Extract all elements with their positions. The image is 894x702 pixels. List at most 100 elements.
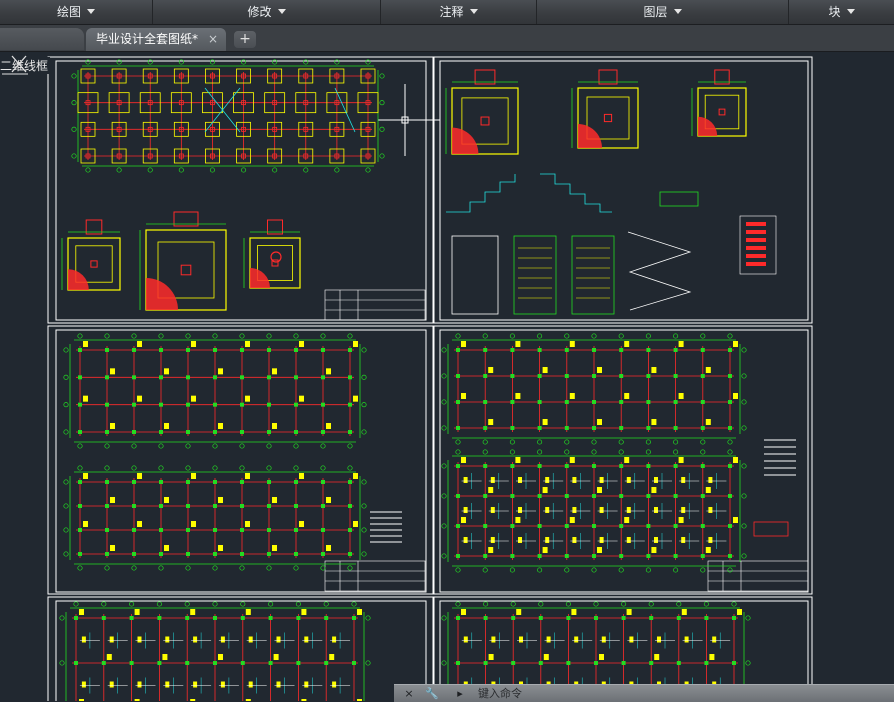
column — [649, 616, 654, 620]
column — [267, 348, 271, 352]
command-input[interactable]: 键入命令 — [478, 685, 522, 702]
column — [673, 554, 678, 558]
slab-tag — [574, 636, 579, 643]
column — [132, 430, 136, 434]
axis-bubble — [745, 660, 751, 666]
reinforcement-tag — [488, 654, 494, 660]
slab-tag — [546, 636, 551, 643]
column — [240, 348, 244, 352]
column — [456, 374, 460, 378]
column — [700, 426, 705, 430]
reinforcement-tag — [353, 395, 358, 402]
axis-bubble — [104, 443, 110, 449]
reinforcement-tag — [83, 473, 88, 479]
axis-bubble — [116, 167, 122, 173]
menu-modify[interactable]: 修改 — [153, 0, 381, 24]
axis-bubble — [676, 601, 682, 607]
column — [619, 464, 624, 468]
column — [213, 430, 217, 434]
column — [564, 524, 569, 528]
axis-bubble — [63, 527, 69, 533]
schedule-entry — [746, 246, 766, 250]
column — [185, 661, 190, 665]
column — [564, 494, 569, 498]
column — [673, 464, 678, 468]
close-icon[interactable]: × — [402, 686, 416, 701]
axis-bubble — [700, 333, 706, 339]
column — [267, 528, 271, 532]
slab-tag — [572, 477, 577, 483]
column — [213, 552, 217, 556]
reinforcement-tag — [461, 457, 466, 463]
slab-tag — [708, 507, 713, 513]
reinforcement-tag — [733, 457, 738, 463]
column — [483, 494, 488, 498]
close-icon[interactable]: × — [208, 28, 218, 51]
reinforcement-tag — [597, 547, 602, 553]
menu-block[interactable]: 块 — [789, 0, 894, 24]
column — [537, 464, 542, 468]
reinforcement-tag — [191, 521, 196, 527]
column — [240, 616, 245, 620]
column — [348, 504, 352, 508]
stair-plan — [451, 235, 499, 315]
axis-bubble — [156, 601, 162, 607]
new-tab-button[interactable]: + — [234, 31, 256, 48]
column — [700, 348, 705, 352]
chevron-down-icon — [87, 9, 95, 14]
reinforcement-tag — [705, 419, 711, 425]
axis-bubble — [727, 567, 733, 573]
axis-bubble — [104, 333, 110, 339]
column — [564, 464, 569, 468]
column — [646, 374, 651, 378]
column — [159, 552, 163, 556]
reinforcement-tag — [624, 517, 630, 523]
reinforcement-tag — [733, 341, 738, 347]
column — [564, 348, 569, 352]
column — [566, 616, 571, 620]
slab-tag — [518, 507, 522, 513]
column — [129, 661, 134, 665]
menu-annotate[interactable]: 注释 — [381, 0, 537, 24]
wrench-icon[interactable]: 🔧 — [424, 686, 440, 701]
axis-bubble — [618, 333, 624, 339]
axis-bubble — [365, 167, 371, 173]
recent-commands-icon[interactable]: ▸ — [450, 686, 470, 701]
column — [186, 504, 190, 508]
column — [186, 528, 190, 532]
menu-draw[interactable]: 绘图 — [0, 0, 153, 24]
reinforcement-tag — [137, 521, 142, 527]
column — [101, 661, 106, 665]
axis-bubble — [509, 333, 515, 339]
slab-tag — [304, 681, 309, 688]
tab-start[interactable] — [0, 28, 84, 50]
drawing-viewport[interactable]: 二维线框 — [0, 52, 894, 701]
column — [700, 464, 705, 468]
column — [213, 661, 217, 665]
menu-layers[interactable]: 图层 — [537, 0, 789, 24]
slab-tag — [165, 636, 170, 643]
column — [78, 348, 82, 352]
column — [159, 528, 163, 532]
axis-bubble — [303, 59, 309, 65]
reinforcement-tag — [651, 547, 657, 553]
tab-drawing[interactable]: 毕业设计全套图纸* × — [86, 28, 226, 51]
beam-detail — [753, 521, 789, 537]
column — [732, 661, 736, 665]
axis-bubble — [212, 565, 218, 571]
axis-bubble — [483, 601, 489, 607]
reinforcement-tag — [542, 419, 548, 425]
axis-bubble — [482, 567, 488, 573]
axis-bubble — [455, 333, 461, 339]
column — [592, 426, 596, 430]
reinforcement-tag — [110, 423, 115, 429]
slab-tag — [684, 636, 689, 643]
reinforcement-tag — [678, 457, 684, 463]
axis-bubble — [212, 333, 218, 339]
slab-tag — [332, 636, 337, 643]
reinforcement-tag — [301, 609, 307, 615]
column — [321, 430, 325, 434]
column — [594, 661, 598, 665]
axis-bubble — [441, 373, 447, 379]
slab-tag — [463, 636, 468, 643]
